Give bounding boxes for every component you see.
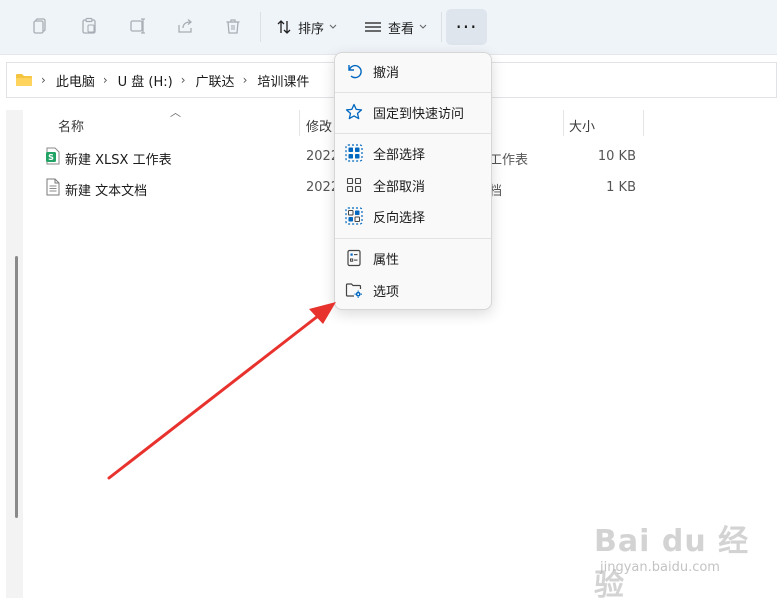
menu-item-label: 撤消 — [373, 65, 400, 81]
undo-icon — [344, 61, 364, 81]
file-type: 工作表 — [489, 153, 529, 168]
breadcrumb-label: U 盘 (H:) — [117, 74, 173, 90]
file-name: 新建 XLSX 工作表 — [65, 153, 172, 168]
menu-divider — [335, 92, 491, 93]
file-explorer-window: 排序 查看 ··· › 此电脑 › U 盘 (H:) › 广联达 › 培训课件 … — [0, 0, 777, 598]
baidu-watermark: Bai du 经验 jingyan.baidu.com — [594, 516, 754, 598]
breadcrumb-item[interactable]: › 广联达 — [173, 71, 235, 90]
column-divider[interactable] — [563, 110, 564, 136]
properties-icon — [344, 248, 364, 268]
menu-item-invert-selection[interactable]: 反向选择 — [335, 201, 491, 231]
file-size: 1 KB — [606, 180, 636, 195]
more-options-menu: 撤消 固定到快速访问 全部选择 全部取消 反向选择 属性 选项 — [334, 52, 492, 310]
chevron-right-icon: › — [102, 73, 108, 87]
copy-icon[interactable] — [28, 14, 52, 38]
menu-item-undo[interactable]: 撤消 — [335, 56, 491, 86]
delete-icon[interactable] — [221, 14, 245, 38]
chevron-down-icon — [329, 24, 337, 30]
chevron-right-icon: › — [41, 73, 46, 87]
chevron-right-icon: › — [180, 73, 186, 87]
sort-label: 排序 — [298, 21, 325, 37]
view-label: 查看 — [388, 21, 415, 37]
file-name: 新建 文本文档 — [65, 184, 148, 199]
select-all-icon — [344, 143, 364, 163]
column-divider[interactable] — [643, 110, 644, 136]
menu-item-label: 全部选择 — [373, 147, 426, 163]
column-header-size[interactable]: 大小 — [569, 116, 595, 142]
toolbar-divider — [260, 12, 261, 42]
more-options-button[interactable]: ··· — [446, 9, 487, 45]
column-divider[interactable] — [299, 110, 300, 136]
menu-divider — [335, 238, 491, 239]
breadcrumb-label: 培训课件 — [257, 74, 310, 90]
column-header-name[interactable]: 名称 — [58, 116, 84, 142]
toolbar-divider — [441, 12, 442, 42]
breadcrumb-item[interactable]: › 此电脑 — [33, 71, 95, 90]
folder-options-icon — [344, 280, 364, 300]
text-file-icon — [45, 178, 61, 200]
more-label: ··· — [455, 15, 478, 39]
menu-item-label: 反向选择 — [373, 210, 426, 226]
breadcrumb-item[interactable]: › U 盘 (H:) — [95, 71, 173, 90]
menu-item-properties[interactable]: 属性 — [335, 243, 491, 273]
scrollbar[interactable] — [15, 256, 18, 518]
menu-item-label: 属性 — [373, 252, 400, 268]
menu-item-select-none[interactable]: 全部取消 — [335, 170, 491, 200]
sort-button[interactable]: 排序 — [276, 13, 337, 41]
folder-icon — [15, 73, 33, 87]
menu-item-pin-quick-access[interactable]: 固定到快速访问 — [335, 97, 491, 127]
rename-icon[interactable] — [126, 14, 150, 38]
view-button[interactable]: 查看 — [364, 13, 427, 41]
breadcrumb-item[interactable]: › 培训课件 — [235, 71, 310, 90]
watermark-logo-text: Bai du 经验 — [594, 524, 750, 598]
paste-icon[interactable] — [77, 14, 101, 38]
star-icon — [344, 102, 364, 122]
file-size: 10 KB — [597, 149, 636, 164]
command-bar: 排序 查看 ··· — [0, 0, 777, 55]
menu-item-label: 固定到快速访问 — [373, 106, 465, 122]
menu-divider — [335, 133, 491, 134]
xlsx-file-icon: S — [45, 147, 61, 169]
menu-item-label: 全部取消 — [373, 179, 426, 195]
menu-item-label: 选项 — [373, 284, 400, 300]
invert-selection-icon — [344, 206, 364, 226]
breadcrumb-label: 此电脑 — [55, 74, 95, 90]
share-icon[interactable] — [173, 14, 197, 38]
menu-item-options[interactable]: 选项 — [335, 275, 491, 305]
sort-up-icon: ︿ — [170, 106, 181, 119]
breadcrumb-label: 广联达 — [195, 74, 235, 90]
menu-item-select-all[interactable]: 全部选择 — [335, 138, 491, 168]
watermark-url: jingyan.baidu.com — [600, 560, 720, 575]
chevron-right-icon: › — [242, 73, 248, 87]
chevron-down-icon — [419, 24, 427, 30]
view-list-icon — [364, 20, 382, 34]
sort-icon — [276, 19, 292, 35]
select-none-icon — [344, 175, 364, 195]
svg-text:S: S — [48, 153, 54, 162]
